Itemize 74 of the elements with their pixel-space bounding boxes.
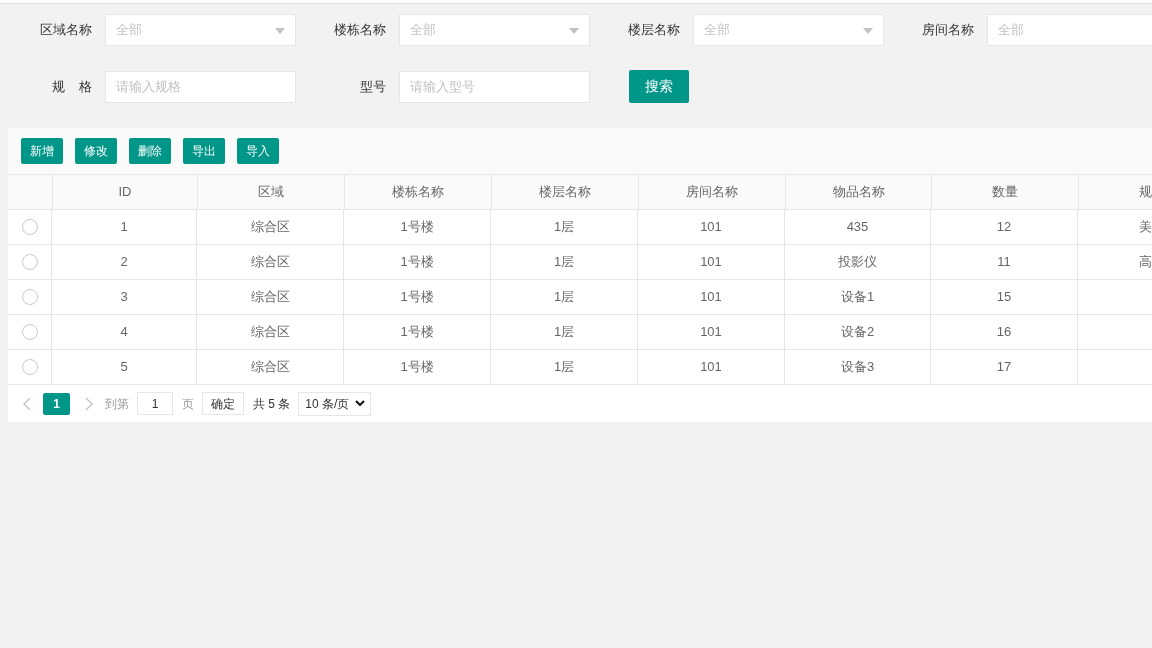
column-header: 楼层名称: [539, 183, 591, 202]
table-cell-text: 1层: [553, 218, 575, 237]
caret-icon: [275, 28, 285, 34]
table-cell-text: 设备1: [840, 288, 875, 307]
caret-icon: [863, 28, 873, 34]
table-cell-text: 435: [846, 218, 869, 237]
table-cell-text: 2: [120, 253, 128, 272]
page-button[interactable]: 1: [43, 392, 70, 415]
table-cell-text: 综合区: [250, 253, 290, 272]
table-cell-text: 15: [996, 288, 1012, 307]
table-cell-text: 3: [120, 288, 128, 307]
table-cell-text: 4: [120, 323, 128, 342]
table-cell-text: 1号楼: [400, 218, 434, 237]
chevron-right-icon: [85, 396, 93, 411]
table-cell-text: 11: [997, 253, 1011, 272]
table-cell-text: 1号楼: [400, 323, 434, 342]
toolbar-button[interactable]: 导出: [183, 138, 225, 164]
select-field[interactable]: 全部: [693, 14, 884, 46]
table-cell-text: 101: [700, 323, 722, 342]
field-label: 型号: [360, 77, 386, 96]
table-cell-text: 101: [700, 288, 722, 307]
column-header: 楼栋名称: [392, 183, 444, 202]
toolbar-button[interactable]: 删除: [129, 138, 171, 164]
column-header: 数量: [992, 183, 1018, 202]
table-cell-text: 1: [120, 218, 128, 237]
total-count: 共 5 条: [253, 395, 291, 413]
table-cell-text: 综合区: [250, 288, 290, 307]
table-cell-text: 投影仪: [838, 253, 877, 272]
field-label: 房间名称: [922, 21, 974, 40]
table-cell-text: 101: [700, 253, 722, 272]
table-cell-text: 12: [996, 218, 1012, 237]
select-field[interactable]: 全部: [399, 14, 590, 46]
column-header: 规: [1139, 183, 1152, 202]
table-cell-text: 1号楼: [400, 288, 434, 307]
table-cell-text: 综合区: [250, 218, 290, 237]
table-cell-text: 16: [996, 323, 1012, 342]
table-cell-text: 综合区: [250, 323, 290, 342]
chevron-left-icon: [23, 396, 31, 411]
page-input[interactable]: 1: [137, 392, 173, 415]
select-field[interactable]: 全部: [105, 14, 296, 46]
column-header: 物品名称: [832, 183, 885, 202]
table-cell-text: 1号楼: [400, 358, 434, 377]
column-header: 房间名称: [686, 183, 738, 202]
select-field[interactable]: 全部: [987, 14, 1152, 46]
field-label: 规 格: [51, 77, 92, 96]
field-label: 楼层名称: [628, 21, 680, 40]
column-header: ID: [118, 183, 132, 202]
goto-label: 到第: [105, 395, 129, 413]
confirm-button[interactable]: 确定: [202, 392, 244, 415]
table-cell-text: 设备2: [840, 323, 875, 342]
chevron-down-icon: [355, 400, 366, 407]
table-cell-text: 1层: [553, 323, 575, 342]
table-cell-text: 综合区: [250, 358, 290, 377]
table-cell-text: 1层: [553, 253, 575, 272]
table-cell-text: 17: [996, 358, 1012, 377]
field-label: 区域名称: [40, 21, 92, 40]
table-cell-text: 设备3: [840, 358, 875, 377]
table-cell-text: 101: [700, 358, 722, 377]
table-cell-text: 高: [1139, 253, 1152, 272]
table-cell-text: 1层: [553, 358, 575, 377]
table-cell-text: 美: [1139, 218, 1152, 237]
table-cell-text: 1号楼: [400, 253, 434, 272]
caret-icon: [569, 28, 579, 34]
page-label: 页: [182, 395, 194, 413]
field-label: 楼栋名称: [334, 21, 386, 40]
table-cell-text: 101: [700, 218, 722, 237]
toolbar-button[interactable]: 修改: [75, 138, 117, 164]
table-cell-text: 5: [120, 358, 128, 377]
toolbar-button[interactable]: 新增: [21, 138, 63, 164]
table-cell-text: 1层: [553, 288, 575, 307]
page-size-select[interactable]: 10 条/页: [298, 391, 372, 416]
search-button[interactable]: 搜索: [629, 70, 689, 103]
toolbar-button[interactable]: 导入: [237, 138, 279, 164]
column-header: 区域: [258, 183, 284, 202]
